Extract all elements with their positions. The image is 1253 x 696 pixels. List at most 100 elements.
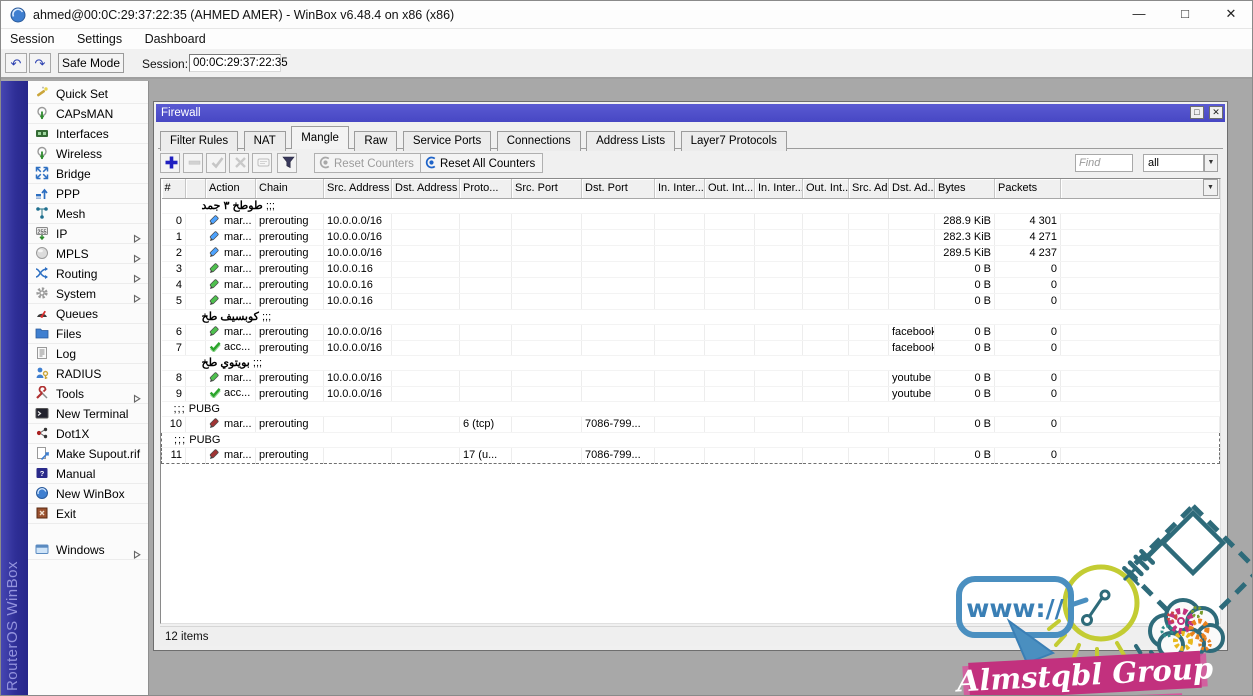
sidebar-item-interfaces[interactable]: Interfaces [28, 124, 148, 144]
sidebar-item-quick-set[interactable]: Quick Set [28, 84, 148, 104]
firewall-window-titlebar[interactable]: Firewall □ ✕ [156, 104, 1225, 122]
col-src-address-list[interactable]: Src. Ad... [849, 179, 889, 198]
comment-button[interactable] [252, 153, 272, 173]
tab-connections[interactable]: Connections [497, 131, 581, 151]
col-bytes[interactable]: Bytes [935, 179, 995, 198]
redo-button[interactable]: ↷ [29, 53, 51, 73]
col-in-interface-list[interactable]: In. Inter... [755, 179, 803, 198]
sidebar-item-ppp[interactable]: PPP [28, 184, 148, 204]
col-protocol[interactable]: Proto... [460, 179, 512, 198]
reset-all-counters-button[interactable]: Reset All Counters [420, 153, 543, 173]
cell-in-if2 [755, 277, 803, 293]
sidebar-item-system[interactable]: System [28, 284, 148, 304]
col-flags[interactable] [186, 179, 206, 198]
menu-dashboard[interactable]: Dashboard [136, 29, 215, 49]
rule-row[interactable]: 5mar...prerouting10.0.0.160 B0 [162, 293, 1220, 309]
menu-settings[interactable]: Settings [68, 29, 131, 49]
rule-row[interactable]: 0mar...prerouting10.0.0.0/16288.9 KiB4 3… [162, 213, 1220, 229]
rule-row[interactable]: 7acc...prerouting10.0.0.0/16facebook0 B0 [162, 340, 1220, 355]
col-dst-port[interactable]: Dst. Port [582, 179, 655, 198]
reset-counters-button[interactable]: Reset Counters [314, 153, 422, 173]
add-button[interactable] [160, 153, 180, 173]
minimize-button[interactable]: — [1116, 1, 1162, 29]
filter-button[interactable] [277, 153, 297, 173]
rule-row[interactable]: 3mar...prerouting10.0.0.160 B0 [162, 261, 1220, 277]
filter-dropdown-arrow-icon[interactable]: ▼ [1204, 154, 1218, 172]
sidebar-item-new-terminal[interactable]: New Terminal [28, 404, 148, 424]
comment-row[interactable]: دمج ٣ خطوط ;;; [162, 198, 1220, 213]
col-dst-address-list[interactable]: Dst. Ad... [889, 179, 935, 198]
rule-row[interactable]: 9acc...prerouting10.0.0.0/16youtube0 B0 [162, 386, 1220, 401]
tab-nat[interactable]: NAT [244, 131, 286, 151]
sidebar-item-windows[interactable]: Windows [28, 540, 148, 560]
rule-row[interactable]: 6mar...prerouting10.0.0.0/16facebook0 B0 [162, 324, 1220, 340]
tab-filter-rules[interactable]: Filter Rules [160, 131, 238, 151]
tab-layer7-protocols[interactable]: Layer7 Protocols [681, 131, 787, 151]
app-titlebar[interactable]: ahmed@00:0C:29:37:22:35 (AHMED AMER) - W… [1, 1, 1253, 29]
maximize-button[interactable]: □ [1162, 1, 1208, 29]
comment-row[interactable]: خط فيسبوك ;;; [162, 309, 1220, 324]
sidebar-item-log[interactable]: Log [28, 344, 148, 364]
col-dst-address[interactable]: Dst. Address [392, 179, 460, 198]
col-out-interface[interactable]: Out. Int... [705, 179, 755, 198]
sidebar-item-mesh[interactable]: Mesh [28, 204, 148, 224]
svg-text:?: ? [40, 469, 45, 478]
remove-button[interactable] [183, 153, 203, 173]
sidebar-item-label: IP [56, 227, 67, 241]
column-select-arrow-icon[interactable]: ▼ [1203, 179, 1218, 196]
cell-dst-port [582, 370, 655, 386]
tab-address-lists[interactable]: Address Lists [586, 131, 675, 151]
sidebar-item-make-supout-rif[interactable]: Make Supout.rif [28, 444, 148, 464]
col-action[interactable]: Action [206, 179, 256, 198]
col-out-interface-list[interactable]: Out. Int... [803, 179, 849, 198]
sidebar-item-mpls[interactable]: MPLS [28, 244, 148, 264]
sidebar-item-routing[interactable]: Routing [28, 264, 148, 284]
sidebar-item-radius[interactable]: RADIUS [28, 364, 148, 384]
comment-row[interactable]: خط يوتيوب ;;; [162, 355, 1220, 370]
comment-row[interactable]: ;;; PUBG [162, 432, 1220, 447]
pencil-green-icon [209, 262, 221, 277]
sidebar-item-tools[interactable]: Tools [28, 384, 148, 404]
sidebar-item-queues[interactable]: Queues [28, 304, 148, 324]
col-src-port[interactable]: Src. Port [512, 179, 582, 198]
tab-raw[interactable]: Raw [354, 131, 397, 151]
session-input[interactable]: 00:0C:29:37:22:35 [189, 54, 281, 72]
col-in-interface[interactable]: In. Inter... [655, 179, 705, 198]
sidebar-item-new-winbox[interactable]: New WinBox [28, 484, 148, 504]
rule-row[interactable]: 4mar...prerouting10.0.0.160 B0 [162, 277, 1220, 293]
sidebar-item-exit[interactable]: Exit [28, 504, 148, 524]
rule-row[interactable]: 2mar...prerouting10.0.0.0/16289.5 KiB4 2… [162, 245, 1220, 261]
tab-service-ports[interactable]: Service Ports [403, 131, 491, 151]
rule-row[interactable]: 1mar...prerouting10.0.0.0/16282.3 KiB4 2… [162, 229, 1220, 245]
col-number[interactable]: # [162, 179, 186, 198]
sidebar-item-label: RADIUS [56, 367, 101, 381]
col-chain[interactable]: Chain [256, 179, 324, 198]
rule-row[interactable]: 10mar...prerouting6 (tcp)7086-799...0 B0 [162, 416, 1220, 432]
find-input[interactable] [1075, 154, 1133, 172]
safe-mode-button[interactable]: Safe Mode [58, 53, 124, 73]
undo-button[interactable]: ↶ [5, 53, 27, 73]
filter-select[interactable]: all [1143, 154, 1204, 172]
close-button[interactable]: ✕ [1208, 1, 1253, 29]
enable-button[interactable] [206, 153, 226, 173]
sidebar-item-dot1x[interactable]: Dot1X [28, 424, 148, 444]
col-packets[interactable]: Packets [995, 179, 1061, 198]
rule-row[interactable]: 8mar...prerouting10.0.0.0/16youtube0 B0 [162, 370, 1220, 386]
firewall-maximize-button[interactable]: □ [1190, 106, 1204, 119]
sidebar-item-wireless[interactable]: Wireless [28, 144, 148, 164]
cell-dst-port: 7086-799... [582, 416, 655, 432]
col-src-address[interactable]: Src. Address [324, 179, 392, 198]
rule-row[interactable]: 11mar...prerouting17 (u...7086-799...0 B… [162, 447, 1220, 463]
sidebar-item-bridge[interactable]: Bridge [28, 164, 148, 184]
sidebar-item-label: Windows [56, 543, 105, 557]
disable-button[interactable] [229, 153, 249, 173]
firewall-close-button[interactable]: ✕ [1209, 106, 1223, 119]
sidebar-item-ip[interactable]: 255IP [28, 224, 148, 244]
menu-session[interactable]: Session [1, 29, 63, 49]
sidebar-item-capsman[interactable]: CAPsMAN [28, 104, 148, 124]
sidebar-item-label: Dot1X [56, 427, 89, 441]
sidebar-item-manual[interactable]: ?Manual [28, 464, 148, 484]
sidebar-item-files[interactable]: Files [28, 324, 148, 344]
comment-row[interactable]: ;;; PUBG [162, 401, 1220, 416]
tab-mangle[interactable]: Mangle [291, 126, 349, 149]
